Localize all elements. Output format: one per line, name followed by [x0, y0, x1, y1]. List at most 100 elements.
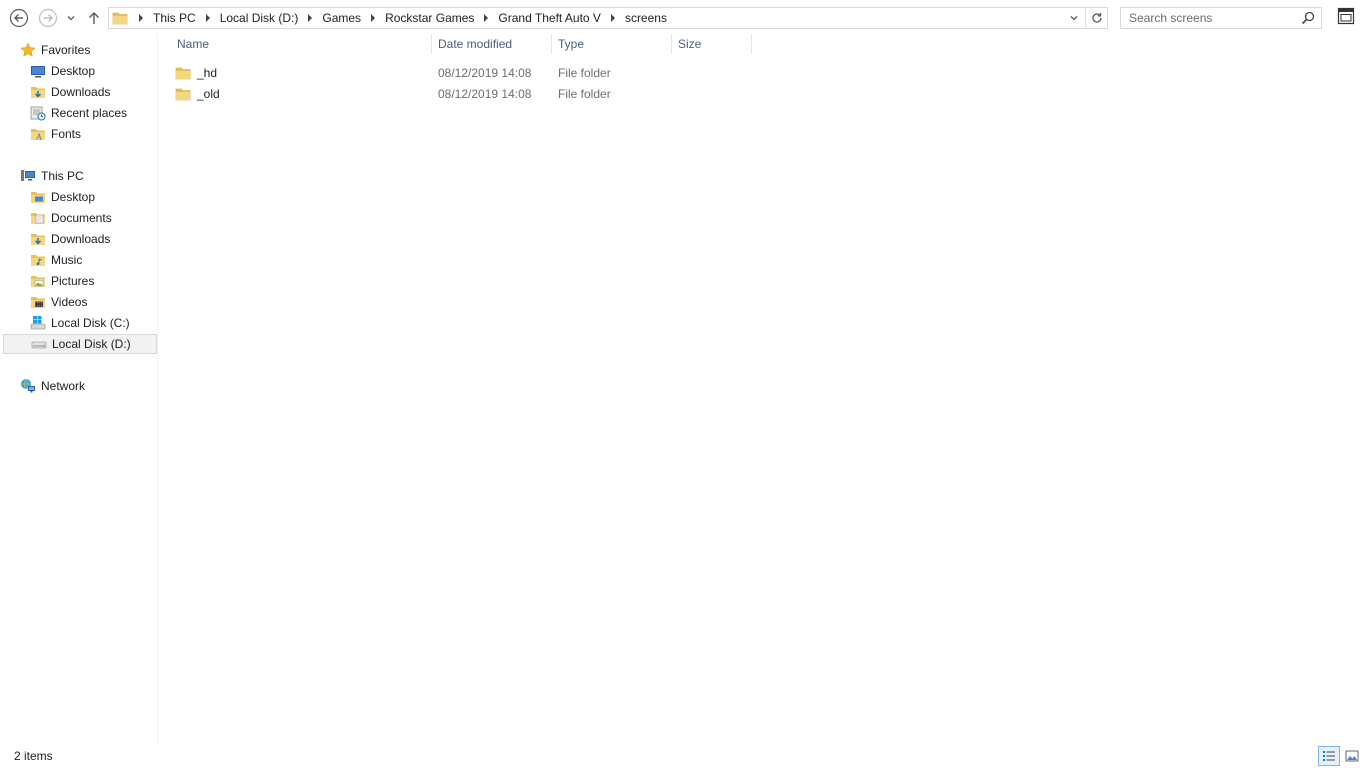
details-view-button[interactable]: [1318, 746, 1340, 766]
toolbar: This PC Local Disk (D:) Games Rockstar G…: [0, 0, 1366, 34]
nav-this-pc-documents[interactable]: Documents: [30, 208, 112, 228]
network-icon: [20, 378, 36, 394]
nav-label: Downloads: [51, 85, 111, 99]
refresh-icon: [1091, 13, 1102, 23]
desktop-folder-icon: [30, 189, 46, 205]
forward-arrow-icon: [38, 8, 57, 27]
folder-icon: [175, 86, 191, 102]
hard-drive-icon: [31, 336, 47, 352]
address-controls: [1063, 8, 1107, 28]
nav-this-pc-downloads[interactable]: Downloads: [30, 229, 110, 249]
nav-this-pc-local-disk-c[interactable]: Local Disk (C:): [30, 313, 130, 333]
nav-label: Fonts: [51, 127, 82, 141]
address-history-button[interactable]: [1063, 8, 1085, 28]
breadcrumb-screens[interactable]: screens: [622, 11, 670, 25]
system-drive-icon: [30, 315, 46, 331]
breadcrumb-games[interactable]: Games: [319, 11, 364, 25]
nav-label: Network: [41, 379, 86, 393]
navigation-pane: Favorites Desktop Downloads Recent place…: [0, 34, 158, 744]
music-folder-icon: [30, 252, 46, 268]
chevron-right-icon[interactable]: [477, 14, 495, 22]
large-icons-view-icon: [1345, 750, 1359, 762]
file-type: File folder: [558, 86, 611, 101]
folder-icon: [112, 10, 128, 26]
up-arrow-icon: [89, 11, 99, 24]
up-button[interactable]: [85, 7, 103, 28]
forward-button[interactable]: [37, 7, 58, 28]
nav-label: Favorites: [41, 43, 91, 57]
file-date: 08/12/2019 14:08: [438, 86, 532, 101]
column-header-date-modified[interactable]: Date modified: [438, 34, 512, 54]
nav-label: Music: [51, 253, 83, 267]
recent-locations-button[interactable]: [64, 7, 78, 28]
svg-text:A: A: [35, 133, 42, 142]
column-divider[interactable]: [551, 34, 552, 54]
nav-this-pc-music[interactable]: Music: [30, 250, 82, 270]
file-name-cell: _old: [175, 83, 220, 104]
nav-label: Pictures: [51, 274, 95, 288]
nav-this-pc[interactable]: This PC: [20, 166, 84, 186]
nav-this-pc-desktop[interactable]: Desktop: [30, 187, 95, 207]
chevron-right-icon[interactable]: [199, 14, 217, 22]
chevron-right-icon[interactable]: [301, 14, 319, 22]
chevron-down-icon: [1070, 16, 1078, 21]
search-box[interactable]: [1120, 7, 1322, 29]
nav-this-pc-videos[interactable]: Videos: [30, 292, 87, 312]
downloads-folder-icon: [30, 231, 46, 247]
fonts-folder-icon: A: [30, 126, 46, 142]
search-input[interactable]: [1121, 8, 1297, 28]
refresh-button[interactable]: [1085, 8, 1107, 28]
downloads-folder-icon: [30, 84, 46, 100]
nav-this-pc-local-disk-d[interactable]: Local Disk (D:): [3, 334, 157, 354]
column-divider[interactable]: [431, 34, 432, 54]
back-button[interactable]: [8, 7, 29, 28]
nav-favorites[interactable]: Favorites: [20, 40, 90, 60]
star-icon: [20, 42, 36, 58]
folder-icon: [175, 65, 191, 81]
nav-favorites-recent-places[interactable]: Recent places: [30, 103, 127, 123]
chevron-right-icon[interactable]: [132, 14, 150, 22]
file-type: File folder: [558, 65, 611, 80]
file-row[interactable]: _old 08/12/2019 14:08 File folder: [175, 83, 775, 104]
pictures-folder-icon: [30, 273, 46, 289]
nav-label: This PC: [41, 169, 84, 183]
videos-folder-icon: [30, 294, 46, 310]
address-bar[interactable]: This PC Local Disk (D:) Games Rockstar G…: [108, 7, 1108, 29]
column-header-name[interactable]: Name: [177, 34, 209, 54]
nav-this-pc-pictures[interactable]: Pictures: [30, 271, 94, 291]
nav-label: Local Disk (D:): [52, 337, 131, 351]
large-icons-view-button[interactable]: [1342, 746, 1362, 766]
chevron-right-icon[interactable]: [364, 14, 382, 22]
file-date: 08/12/2019 14:08: [438, 65, 532, 80]
column-header-type[interactable]: Type: [558, 34, 584, 54]
column-header-size[interactable]: Size: [678, 34, 701, 54]
item-count: 2 items: [14, 749, 53, 763]
computer-icon: [20, 168, 36, 184]
recent-places-icon: [30, 105, 46, 121]
column-divider[interactable]: [671, 34, 672, 54]
breadcrumb-rockstar-games[interactable]: Rockstar Games: [382, 11, 477, 25]
window-restore-icon: [1337, 7, 1355, 25]
restore-window-button[interactable]: [1337, 7, 1355, 25]
file-row[interactable]: _hd 08/12/2019 14:08 File folder: [175, 62, 775, 83]
file-list: Name Date modified Type Size _hd 08/12/2…: [159, 34, 1366, 744]
nav-favorites-fonts[interactable]: A Fonts: [30, 124, 81, 144]
desktop-icon: [30, 63, 46, 79]
nav-network[interactable]: Network: [20, 376, 85, 396]
search-icon[interactable]: [1301, 11, 1315, 25]
breadcrumb-gta-v[interactable]: Grand Theft Auto V: [495, 11, 604, 25]
status-bar: 2 items: [0, 744, 1366, 768]
documents-folder-icon: [30, 210, 46, 226]
file-name: _old: [197, 86, 220, 101]
nav-label: Documents: [51, 211, 112, 225]
breadcrumb-this-pc[interactable]: This PC: [150, 11, 199, 25]
breadcrumb-local-disk-d[interactable]: Local Disk (D:): [217, 11, 302, 25]
file-name: _hd: [197, 65, 218, 80]
nav-favorites-desktop[interactable]: Desktop: [30, 61, 95, 81]
back-arrow-icon: [9, 8, 28, 27]
details-view-icon: [1323, 751, 1335, 761]
column-divider[interactable]: [751, 34, 752, 54]
nav-label: Recent places: [51, 106, 128, 120]
nav-favorites-downloads[interactable]: Downloads: [30, 82, 110, 102]
chevron-right-icon[interactable]: [604, 14, 622, 22]
